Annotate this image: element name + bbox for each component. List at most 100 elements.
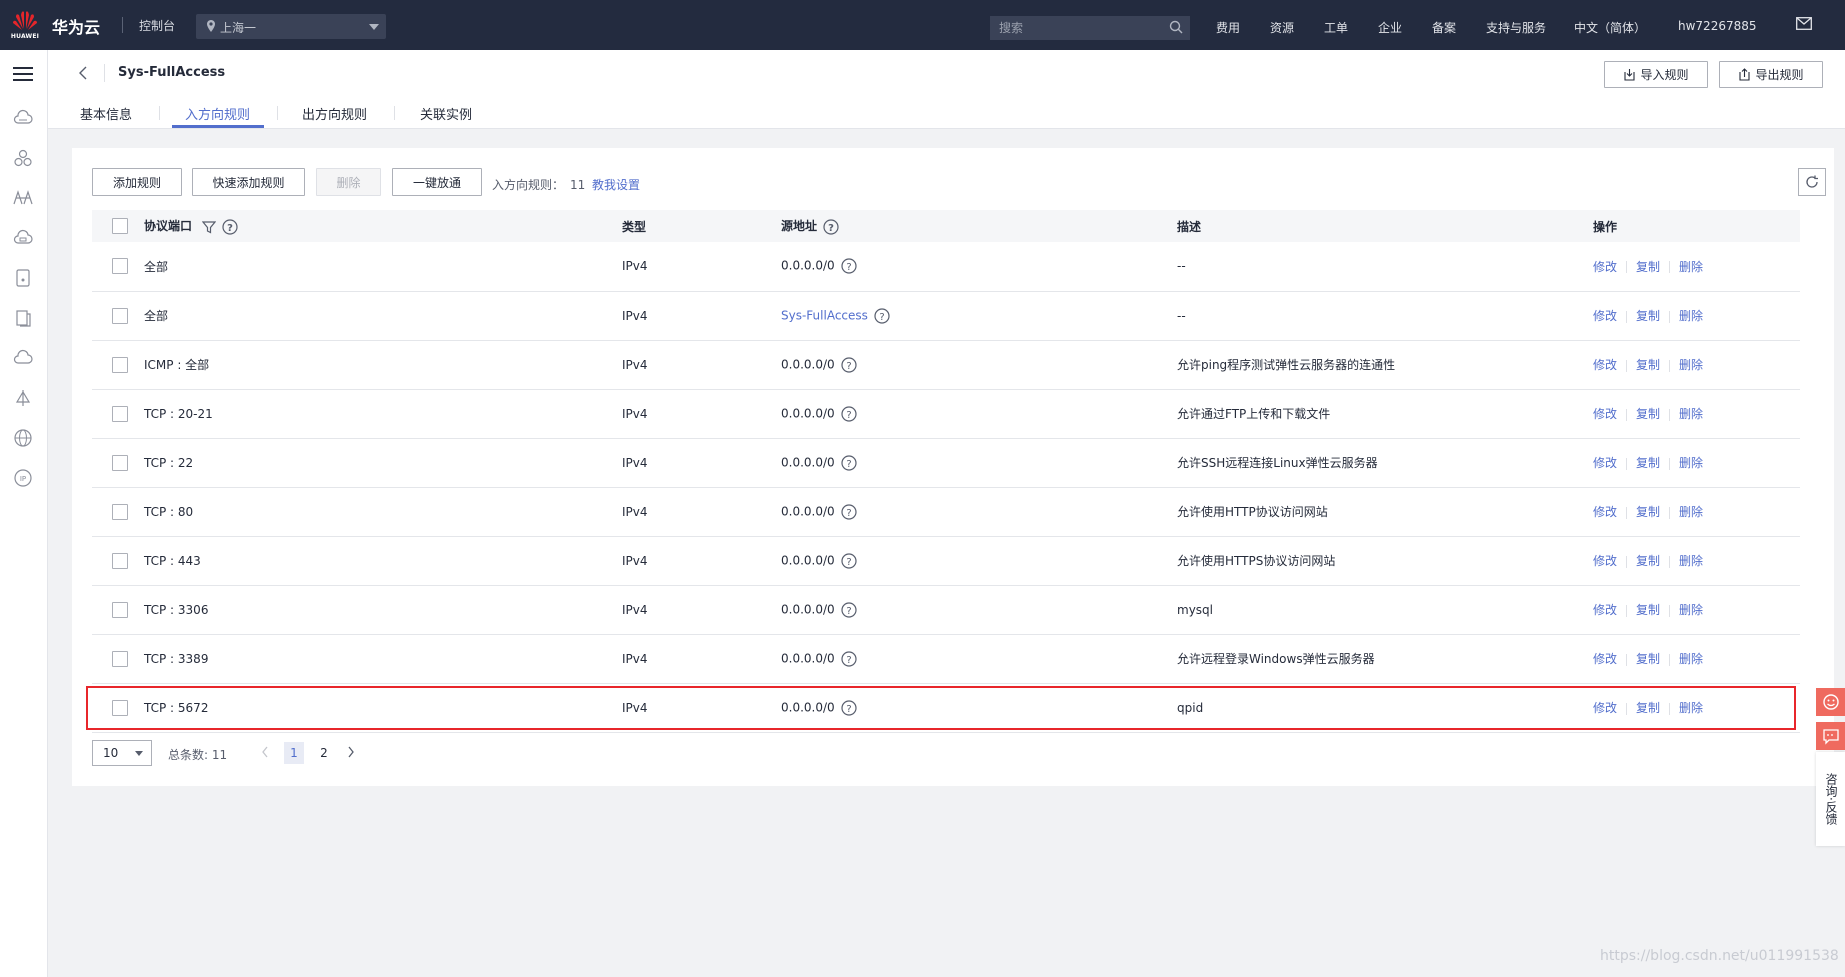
- nav-icp[interactable]: 备案: [1432, 19, 1456, 36]
- page-size-select[interactable]: 10: [92, 740, 152, 766]
- nav-resources[interactable]: 资源: [1270, 19, 1294, 36]
- refresh-button[interactable]: [1798, 168, 1826, 196]
- delete-link[interactable]: 删除: [1679, 701, 1703, 715]
- copy-link[interactable]: 复制: [1636, 505, 1660, 519]
- delete-link[interactable]: 删除: [1679, 358, 1703, 372]
- edit-link[interactable]: 修改: [1593, 505, 1617, 519]
- edit-link[interactable]: 修改: [1593, 309, 1617, 323]
- help-icon[interactable]: ?: [222, 219, 238, 235]
- copy-link[interactable]: 复制: [1636, 456, 1660, 470]
- consult-feedback-button[interactable]: 咨询·反馈: [1816, 752, 1845, 846]
- delete-button[interactable]: 删除: [316, 168, 381, 196]
- tab-inbound-rules[interactable]: 入方向规则: [185, 104, 250, 123]
- delete-link[interactable]: 删除: [1679, 505, 1703, 519]
- delete-link[interactable]: 删除: [1679, 456, 1703, 470]
- search-icon[interactable]: [1169, 20, 1183, 34]
- menu-icon[interactable]: [13, 66, 33, 82]
- copy-link[interactable]: 复制: [1636, 652, 1660, 666]
- edit-link[interactable]: 修改: [1593, 652, 1617, 666]
- edit-link[interactable]: 修改: [1593, 603, 1617, 617]
- huawei-logo[interactable]: HUAWEI: [10, 9, 40, 41]
- edit-link[interactable]: 修改: [1593, 554, 1617, 568]
- row-checkbox[interactable]: [112, 552, 128, 569]
- region-selector[interactable]: 上海一: [196, 14, 386, 39]
- search-input[interactable]: [990, 16, 1190, 40]
- select-all-checkbox[interactable]: [112, 218, 128, 234]
- edit-link[interactable]: 修改: [1593, 358, 1617, 372]
- cloud-server-icon[interactable]: [13, 108, 33, 128]
- edit-link[interactable]: 修改: [1593, 407, 1617, 421]
- help-icon[interactable]: ?: [841, 405, 857, 422]
- row-checkbox[interactable]: [112, 258, 128, 275]
- allow-all-button[interactable]: 一键放通: [392, 168, 482, 196]
- page-1-button[interactable]: 1: [284, 742, 304, 764]
- help-icon[interactable]: ?: [841, 454, 857, 471]
- cloud-disk-icon[interactable]: [13, 228, 33, 248]
- nav-support[interactable]: 支持与服务: [1486, 19, 1546, 36]
- nav-billing[interactable]: 费用: [1216, 19, 1240, 36]
- page-2-button[interactable]: 2: [314, 742, 334, 764]
- help-icon[interactable]: ?: [841, 552, 857, 569]
- edit-link[interactable]: 修改: [1593, 456, 1617, 470]
- help-icon[interactable]: ?: [841, 650, 857, 667]
- tab-associated-instances[interactable]: 关联实例: [420, 104, 472, 123]
- row-checkbox[interactable]: [112, 650, 128, 667]
- globe-icon[interactable]: [13, 428, 33, 448]
- edit-link[interactable]: 修改: [1593, 260, 1617, 274]
- nav-enterprise[interactable]: 企业: [1378, 19, 1402, 36]
- nav-user[interactable]: hw72267885: [1678, 19, 1757, 33]
- row-checkbox[interactable]: [112, 356, 128, 373]
- smile-icon[interactable]: [1816, 688, 1845, 716]
- bridge-icon[interactable]: [13, 188, 33, 208]
- help-icon[interactable]: ?: [841, 699, 857, 716]
- cluster-icon[interactable]: [13, 148, 33, 168]
- mail-icon[interactable]: [1796, 17, 1812, 30]
- delete-link[interactable]: 删除: [1679, 260, 1703, 274]
- quick-add-rule-button[interactable]: 快速添加规则: [192, 168, 305, 196]
- row-checkbox[interactable]: [112, 699, 128, 716]
- cloud-icon[interactable]: [13, 348, 33, 368]
- delete-link[interactable]: 删除: [1679, 407, 1703, 421]
- help-icon[interactable]: ?: [841, 356, 857, 373]
- delete-link[interactable]: 删除: [1679, 603, 1703, 617]
- help-icon[interactable]: ?: [841, 258, 857, 274]
- edit-link[interactable]: 修改: [1593, 701, 1617, 715]
- anchor-icon[interactable]: [13, 388, 33, 408]
- brand-name[interactable]: 华为云: [52, 14, 100, 38]
- copy-link[interactable]: 复制: [1636, 603, 1660, 617]
- help-link[interactable]: 教我设置: [592, 176, 640, 193]
- delete-link[interactable]: 删除: [1679, 652, 1703, 666]
- next-page-icon[interactable]: [346, 745, 356, 759]
- row-checkbox[interactable]: [112, 503, 128, 520]
- delete-link[interactable]: 删除: [1679, 554, 1703, 568]
- row-checkbox[interactable]: [112, 405, 128, 422]
- copy-link[interactable]: 复制: [1636, 701, 1660, 715]
- ip-icon[interactable]: IP: [13, 468, 33, 488]
- nav-tickets[interactable]: 工单: [1324, 19, 1348, 36]
- tab-outbound-rules[interactable]: 出方向规则: [302, 104, 367, 123]
- delete-link[interactable]: 删除: [1679, 309, 1703, 323]
- console-link[interactable]: 控制台: [139, 17, 175, 34]
- export-rules-button[interactable]: 导出规则: [1719, 61, 1823, 88]
- help-icon[interactable]: ?: [823, 219, 839, 235]
- document-icon[interactable]: [13, 308, 33, 328]
- add-rule-button[interactable]: 添加规则: [92, 168, 182, 196]
- prev-page-icon[interactable]: [260, 745, 270, 759]
- tab-basic-info[interactable]: 基本信息: [80, 104, 132, 123]
- import-rules-button[interactable]: 导入规则: [1604, 61, 1708, 88]
- help-icon[interactable]: ?: [841, 601, 857, 618]
- copy-link[interactable]: 复制: [1636, 358, 1660, 372]
- copy-link[interactable]: 复制: [1636, 407, 1660, 421]
- copy-link[interactable]: 复制: [1636, 554, 1660, 568]
- message-icon[interactable]: [1816, 722, 1845, 750]
- row-checkbox[interactable]: [112, 601, 128, 618]
- copy-link[interactable]: 复制: [1636, 260, 1660, 274]
- storage-icon[interactable]: [13, 268, 33, 288]
- source-value[interactable]: Sys-FullAccess: [781, 308, 868, 322]
- help-icon[interactable]: ?: [874, 307, 890, 324]
- filter-icon[interactable]: [202, 220, 217, 234]
- help-icon[interactable]: ?: [841, 503, 857, 520]
- row-checkbox[interactable]: [112, 307, 128, 324]
- back-arrow-icon[interactable]: [77, 66, 89, 80]
- nav-language[interactable]: 中文（简体）: [1574, 19, 1646, 36]
